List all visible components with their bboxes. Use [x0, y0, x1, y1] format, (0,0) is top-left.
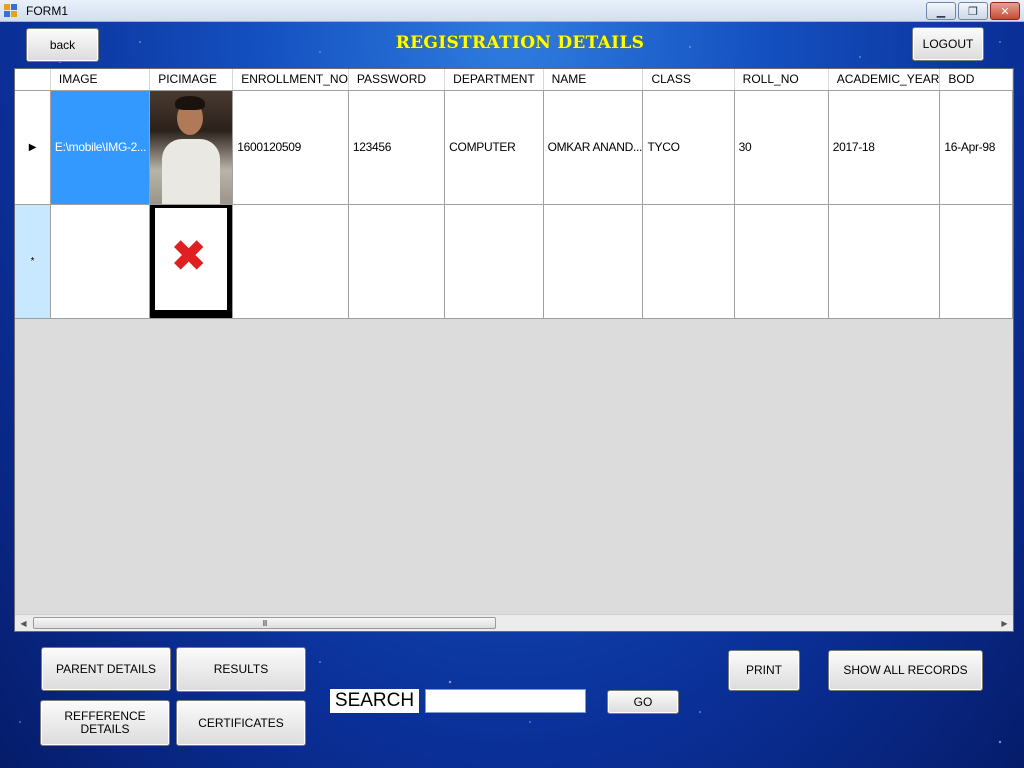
- results-button[interactable]: RESULTS: [176, 647, 306, 692]
- new-cell-class[interactable]: [642, 204, 735, 319]
- window-title: FORM1: [26, 3, 68, 18]
- new-cell-enrollment-no[interactable]: [232, 204, 349, 319]
- horizontal-scrollbar[interactable]: ◀ III ▶: [15, 614, 1013, 631]
- page-title: REGISTRATION DETAILS: [395, 33, 645, 53]
- scroll-right-icon[interactable]: ▶: [996, 615, 1013, 631]
- parent-details-button[interactable]: PARENT DETAILS: [41, 647, 171, 691]
- go-button[interactable]: GO: [607, 690, 679, 714]
- column-header-academic-year[interactable]: ACADEMIC_YEAR: [828, 69, 941, 91]
- column-header-roll-no[interactable]: ROLL_NO: [734, 69, 829, 91]
- logout-button[interactable]: LOGOUT: [912, 27, 984, 61]
- column-header-class[interactable]: CLASS: [642, 69, 735, 91]
- back-button[interactable]: back: [26, 28, 99, 62]
- column-header-enrollment-no[interactable]: ENROLLMENT_NO: [232, 69, 349, 91]
- new-cell-image[interactable]: [50, 204, 151, 319]
- new-row-icon: *: [30, 255, 35, 267]
- certificates-button[interactable]: CERTIFICATES: [176, 700, 306, 746]
- cell-name[interactable]: OMKAR ANAND...: [543, 90, 644, 205]
- cell-picimage[interactable]: [149, 90, 234, 205]
- column-header-department[interactable]: DEPARTMENT: [444, 69, 544, 91]
- row-header[interactable]: *: [15, 204, 51, 319]
- scrollbar-thumb[interactable]: III: [33, 617, 496, 629]
- column-header-picimage[interactable]: PICIMAGE: [149, 69, 234, 91]
- minimize-button[interactable]: ▁: [926, 2, 956, 20]
- column-header-image[interactable]: IMAGE: [50, 69, 151, 91]
- broken-image-icon: ✖: [150, 204, 232, 317]
- minimize-icon: ▁: [936, 5, 946, 18]
- search-input[interactable]: [425, 689, 586, 713]
- cell-password[interactable]: 123456: [348, 90, 446, 205]
- scroll-left-icon[interactable]: ◀: [15, 615, 32, 631]
- registration-grid[interactable]: IMAGE PICIMAGE ENROLLMENT_NO PASSWORD DE…: [14, 68, 1014, 632]
- new-cell-roll-no[interactable]: [734, 204, 829, 319]
- grid-header-row: IMAGE PICIMAGE ENROLLMENT_NO PASSWORD DE…: [15, 69, 1013, 91]
- window-titlebar: FORM1 ▁ ❐ ✕: [0, 0, 1024, 22]
- app-icon: [4, 3, 18, 18]
- new-cell-academic-year[interactable]: [828, 204, 941, 319]
- restore-icon: ❐: [968, 5, 978, 18]
- cell-image-path[interactable]: E:\mobile\IMG-2...: [50, 90, 151, 205]
- cell-bod[interactable]: 16-Apr-98: [939, 90, 1013, 205]
- column-header-bod[interactable]: BOD: [939, 69, 1013, 91]
- column-header-password[interactable]: PASSWORD: [348, 69, 446, 91]
- row-pointer-icon: ▶: [28, 141, 37, 153]
- row-header[interactable]: ▶: [15, 90, 51, 205]
- search-label: SEARCH: [330, 689, 419, 713]
- cell-academic-year[interactable]: 2017-18: [828, 90, 941, 205]
- cell-roll-no[interactable]: 30: [734, 90, 829, 205]
- new-cell-bod[interactable]: [939, 204, 1013, 319]
- cell-class[interactable]: TYCO: [642, 90, 735, 205]
- grid-corner-header: [15, 69, 51, 91]
- new-cell-name[interactable]: [543, 204, 644, 319]
- scrollbar-grip: III: [262, 618, 268, 628]
- close-button[interactable]: ✕: [990, 2, 1020, 20]
- new-row[interactable]: * ✖: [15, 204, 1013, 319]
- new-cell-password[interactable]: [348, 204, 446, 319]
- refference-details-button[interactable]: REFFERENCE DETAILS: [40, 700, 170, 746]
- show-all-records-button[interactable]: SHOW ALL RECORDS: [828, 650, 983, 691]
- restore-button[interactable]: ❐: [958, 2, 988, 20]
- table-row[interactable]: ▶ E:\mobile\IMG-2... 1600120509 123456 C…: [15, 90, 1013, 205]
- new-cell-department[interactable]: [444, 204, 544, 319]
- new-cell-picimage[interactable]: ✖: [149, 204, 234, 319]
- student-photo: [150, 90, 232, 203]
- cell-enrollment-no[interactable]: 1600120509: [232, 90, 349, 205]
- print-button[interactable]: PRINT: [728, 650, 800, 691]
- column-header-name[interactable]: NAME: [543, 69, 644, 91]
- cell-department[interactable]: COMPUTER: [444, 90, 544, 205]
- close-icon: ✕: [1000, 5, 1010, 18]
